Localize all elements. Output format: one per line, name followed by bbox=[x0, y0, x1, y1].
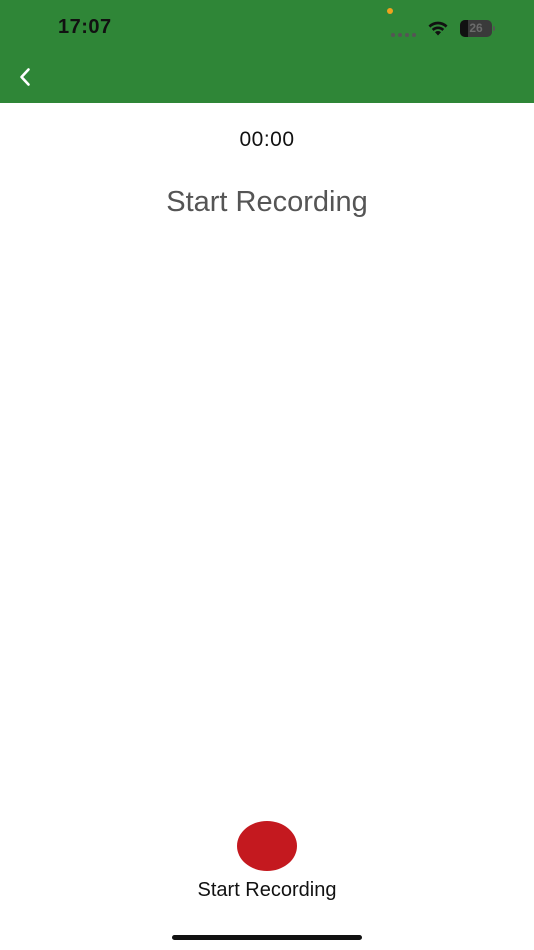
app-header: 17:07 26 bbox=[0, 0, 534, 103]
status-time: 17:07 bbox=[58, 16, 112, 38]
chevron-left-icon bbox=[20, 68, 30, 86]
record-button-label: Start Recording bbox=[197, 879, 337, 901]
battery-level: 26 bbox=[469, 21, 483, 35]
record-button[interactable] bbox=[237, 821, 297, 871]
page-title: Start Recording bbox=[166, 186, 368, 218]
home-indicator[interactable] bbox=[172, 935, 362, 940]
wifi-icon bbox=[428, 21, 448, 36]
signal-icon bbox=[391, 33, 416, 37]
recording-timer: 00:00 bbox=[239, 128, 295, 151]
recording-screen: 17:07 26 00:00 Start Recording Start Rec… bbox=[0, 0, 534, 950]
back-button[interactable] bbox=[10, 62, 40, 92]
battery-icon: 26 bbox=[460, 20, 495, 37]
privacy-indicator-icon bbox=[387, 8, 393, 14]
